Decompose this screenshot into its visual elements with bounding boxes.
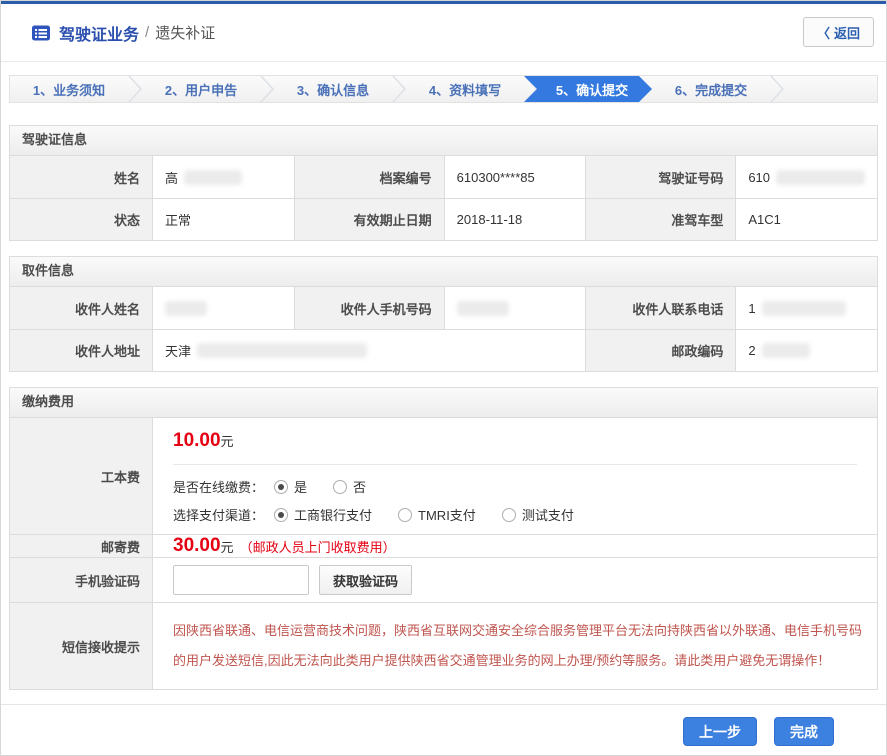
- cost-fee-unit: 元: [221, 434, 234, 449]
- redacted-blur: [165, 301, 207, 316]
- license-section-title: 驾驶证信息: [9, 125, 878, 155]
- step-wizard: 1、业务须知 2、用户申告 3、确认信息 4、资料填写 5、确认提交 6、完成提…: [9, 75, 878, 103]
- radio-icon: [274, 508, 288, 522]
- recipient-mobile-label: 收件人手机号码: [294, 287, 444, 329]
- recipient-name-value: [152, 287, 294, 329]
- expiry-date-value: 2018-11-18: [444, 198, 586, 240]
- online-no-radio[interactable]: 否: [333, 477, 366, 496]
- chevron-separator-icon: [392, 76, 406, 102]
- postage-fee-amount: 30.00: [173, 535, 221, 557]
- file-number-label: 档案编号: [294, 156, 444, 198]
- postal-code-value: 2: [735, 329, 877, 371]
- step-3-confirm-info: 3、确认信息: [274, 76, 392, 102]
- finish-button[interactable]: 完成: [774, 717, 834, 746]
- recipient-phone-label: 收件人联系电话: [585, 287, 735, 329]
- breadcrumb-separator: /: [145, 24, 149, 41]
- page-header: 驾驶证业务 / 遗失补证 〈 返回: [1, 4, 886, 62]
- pickup-info-section: 取件信息 收件人姓名 收件人手机号码 收件人联系电话 1 收件人地址 天津 邮政…: [9, 256, 878, 372]
- recipient-phone-value: 1: [735, 287, 877, 329]
- vehicle-class-value: A1C1: [735, 198, 877, 240]
- back-chevron-icon: 〈: [817, 23, 830, 42]
- recipient-address-label: 收件人地址: [10, 329, 152, 371]
- recipient-name-label: 收件人姓名: [10, 287, 152, 329]
- status-label: 状态: [10, 198, 152, 240]
- online-payment-question-row: 是否在线缴费： 是 否: [173, 477, 857, 496]
- breadcrumb-current: 遗失补证: [155, 22, 215, 43]
- channel-tmri-label: TMRI支付: [418, 505, 476, 524]
- sms-tip-text: 因陕西省联通、电信运营商技术问题，陕西省互联网交通安全综合服务管理平台无法向持陕…: [152, 602, 877, 689]
- channel-icbc-radio[interactable]: 工商银行支付: [274, 505, 372, 524]
- pickup-info-table: 收件人姓名 收件人手机号码 收件人联系电话 1 收件人地址 天津 邮政编码 2: [9, 286, 878, 372]
- name-label: 姓名: [10, 156, 152, 198]
- name-value: 高: [152, 156, 294, 198]
- license-info-section: 驾驶证信息 姓名 高 档案编号 610300****85 驾驶证号码 610 状…: [9, 125, 878, 241]
- fees-section-title: 缴纳费用: [9, 387, 878, 417]
- license-business-icon: [31, 23, 51, 43]
- online-no-label: 否: [353, 477, 366, 496]
- previous-step-button[interactable]: 上一步: [683, 717, 757, 746]
- postage-fee-unit: 元: [221, 537, 234, 556]
- license-number-value: 610: [735, 156, 877, 198]
- page-title: 驾驶证业务: [59, 21, 139, 45]
- vehicle-class-label: 准驾车型: [585, 198, 735, 240]
- footer-action-bar: 上一步 完成: [1, 704, 886, 746]
- chevron-separator-icon: [260, 76, 274, 102]
- step-1-business-notice: 1、业务须知: [10, 76, 128, 102]
- step-6-finish-submit: 6、完成提交: [652, 76, 770, 102]
- get-sms-code-button[interactable]: 获取验证码: [319, 565, 412, 595]
- sms-code-input[interactable]: [173, 565, 309, 595]
- payment-channel-question-row: 选择支付渠道： 工商银行支付 TMRI支付 测试支付: [173, 505, 857, 524]
- chevron-separator-icon: [128, 76, 142, 102]
- step-2-user-declaration: 2、用户申告: [142, 76, 260, 102]
- step-4-fill-data: 4、资料填写: [406, 76, 524, 102]
- step-5-confirm-submit-active: 5、确认提交: [524, 76, 652, 102]
- redacted-blur: [762, 343, 810, 358]
- pickup-section-title: 取件信息: [9, 256, 878, 286]
- radio-icon: [333, 480, 347, 494]
- radio-icon: [502, 508, 516, 522]
- sms-code-label: 手机验证码: [10, 557, 152, 602]
- payment-channel-question: 选择支付渠道：: [173, 505, 264, 524]
- page: 驾驶证业务 / 遗失补证 〈 返回 1、业务须知 2、用户申告 3、确认信息 4…: [0, 0, 887, 756]
- redacted-blur: [184, 170, 242, 185]
- online-yes-label: 是: [294, 477, 307, 496]
- fee-divider: [173, 464, 857, 465]
- status-value: 正常: [152, 198, 294, 240]
- radio-icon: [274, 480, 288, 494]
- back-button[interactable]: 〈 返回: [803, 17, 874, 47]
- step-bar-filler: [784, 76, 877, 102]
- cost-fee-amount-line: 10.00元: [173, 430, 857, 452]
- recipient-mobile-value: [444, 287, 586, 329]
- file-number-value: 610300****85: [444, 156, 586, 198]
- cost-fee-label: 工本费: [10, 418, 152, 534]
- cost-fee-amount: 10.00: [173, 430, 221, 451]
- redacted-blur: [197, 343, 367, 358]
- redacted-blur: [762, 301, 846, 316]
- channel-test-label: 测试支付: [522, 505, 574, 524]
- redacted-blur: [776, 170, 865, 185]
- recipient-address-value: 天津: [152, 329, 585, 371]
- license-number-label: 驾驶证号码: [585, 156, 735, 198]
- cost-fee-cell: 10.00元 是否在线缴费： 是 否 选择支付渠道： 工商银行支付 TMRI支付…: [152, 418, 877, 534]
- chevron-separator-icon: [770, 76, 784, 102]
- fees-section: 缴纳费用 工本费 10.00元 是否在线缴费： 是 否 选择支付渠道： 工商银行…: [9, 387, 878, 690]
- postage-fee-cell: 30.00元 （邮政人员上门收取费用）: [152, 534, 877, 557]
- redacted-blur: [457, 301, 509, 316]
- sms-code-cell: 获取验证码: [152, 557, 877, 602]
- back-button-label: 返回: [834, 23, 860, 42]
- channel-icbc-label: 工商银行支付: [294, 505, 372, 524]
- channel-test-radio[interactable]: 测试支付: [502, 505, 574, 524]
- online-payment-question: 是否在线缴费：: [173, 477, 264, 496]
- online-yes-radio[interactable]: 是: [274, 477, 307, 496]
- sms-tip-label: 短信接收提示: [10, 602, 152, 689]
- license-info-table: 姓名 高 档案编号 610300****85 驾驶证号码 610 状态 正常 有…: [9, 155, 878, 241]
- postal-code-label: 邮政编码: [585, 329, 735, 371]
- postage-fee-note: （邮政人员上门收取费用）: [240, 537, 396, 556]
- radio-icon: [398, 508, 412, 522]
- fees-table: 工本费 10.00元 是否在线缴费： 是 否 选择支付渠道： 工商银行支付 TM…: [9, 417, 878, 690]
- channel-tmri-radio[interactable]: TMRI支付: [398, 505, 476, 524]
- postage-fee-label: 邮寄费: [10, 534, 152, 557]
- expiry-date-label: 有效期止日期: [294, 198, 444, 240]
